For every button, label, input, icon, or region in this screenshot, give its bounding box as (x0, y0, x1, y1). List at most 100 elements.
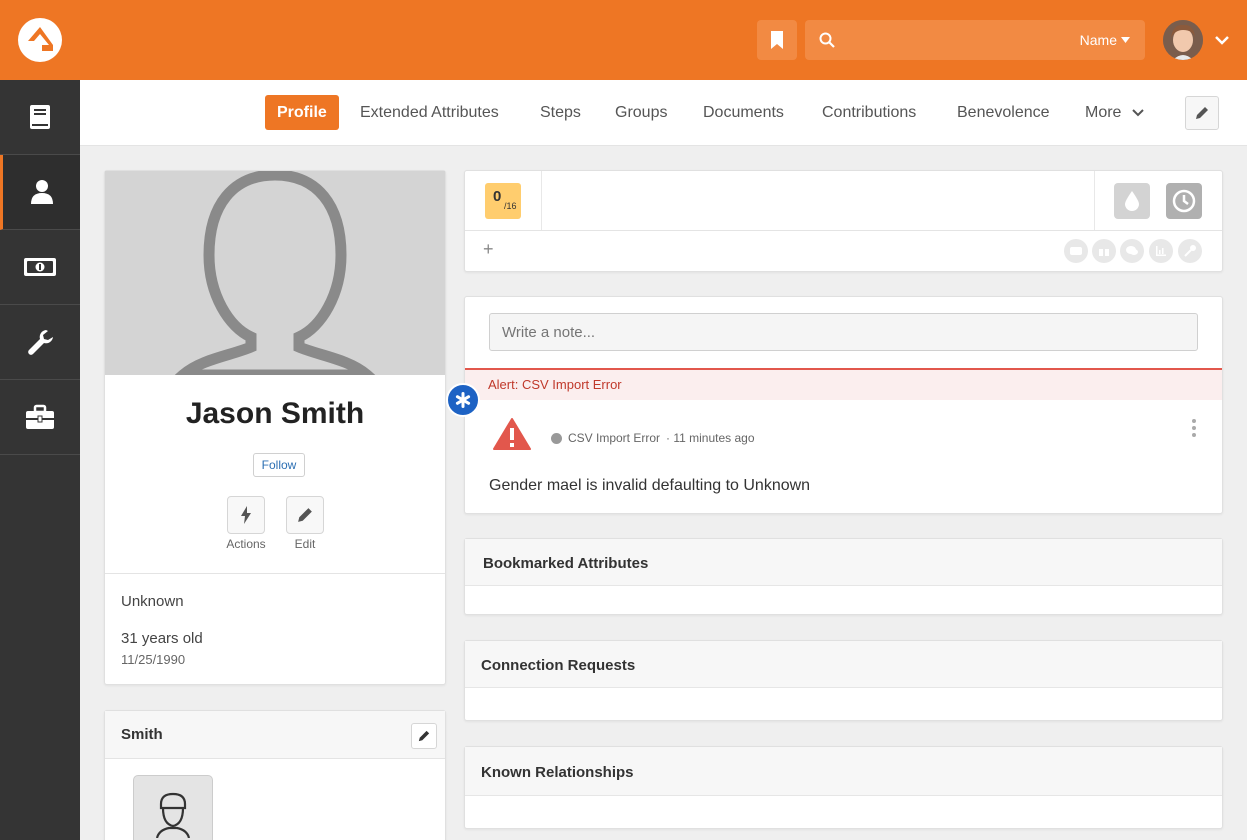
alert-note-text: Alert: CSV Import Error (488, 377, 622, 392)
family-member-photo[interactable] (133, 775, 213, 840)
tab-profile[interactable]: Profile (265, 95, 339, 130)
card-divider (105, 573, 445, 574)
person-age: 31 years old (121, 630, 203, 647)
user-menu-chevron-icon[interactable] (1212, 30, 1232, 50)
gift-icon (1099, 246, 1109, 256)
edit-page-button[interactable] (1185, 96, 1219, 130)
water-drop-icon (1125, 191, 1139, 211)
asterisk-icon (446, 383, 480, 417)
search-filter-select[interactable]: Name (1080, 32, 1130, 48)
actions-button[interactable] (227, 496, 265, 534)
sidebar-item-tools[interactable] (0, 305, 80, 380)
tab-extended-attributes[interactable]: Extended Attributes (348, 95, 511, 130)
bookmarked-attributes-title: Bookmarked Attributes (483, 555, 649, 572)
baptism-badge[interactable] (1114, 183, 1150, 219)
note-type: CSV Import Error (568, 431, 661, 445)
card-divider (465, 230, 1222, 231)
add-badge-button[interactable]: + (483, 239, 494, 260)
edit-person-button[interactable] (286, 496, 324, 534)
ticket-icon (1070, 247, 1082, 255)
person-name: Jason Smith (185, 397, 365, 430)
comments-icon (1126, 246, 1138, 255)
edit-family-button[interactable] (411, 723, 437, 749)
book-icon (30, 105, 50, 129)
engagement-score: 0 (493, 188, 502, 205)
divider (541, 171, 542, 230)
bar-chart-icon (1156, 246, 1166, 256)
key-icon (1184, 245, 1196, 257)
note-time: · 11 minutes ago (666, 431, 755, 445)
caret-down-icon (1121, 37, 1130, 43)
edit-label: Edit (294, 537, 316, 551)
divider (1094, 171, 1095, 230)
bolt-icon (241, 506, 251, 524)
ticket-badge[interactable] (1064, 239, 1088, 263)
chevron-down-icon (1132, 109, 1144, 117)
left-sidebar (0, 80, 80, 840)
search-box: Name (805, 20, 1145, 60)
author-dot-icon (551, 432, 562, 444)
tab-contributions[interactable]: Contributions (810, 95, 928, 130)
bookmarked-attributes-header: Bookmarked Attributes (465, 539, 1222, 586)
note-options-icon[interactable] (1190, 419, 1198, 437)
gift-badge[interactable] (1092, 239, 1116, 263)
clock-icon (1172, 189, 1196, 213)
pencil-icon (1196, 107, 1208, 119)
search-icon (817, 30, 837, 50)
person-birthdate: 11/25/1990 (121, 652, 186, 667)
attendance-badge[interactable] (1166, 183, 1202, 219)
connection-requests-header: Connection Requests (465, 641, 1222, 688)
known-relationships-title: Known Relationships (481, 764, 634, 781)
note-body: Gender mael is invalid defaulting to Unk… (489, 477, 811, 494)
bookmarked-attributes-card: Bookmarked Attributes (464, 538, 1223, 615)
follow-button[interactable]: Follow (253, 453, 305, 477)
family-card-header: Smith (105, 711, 445, 759)
bookmark-button[interactable] (757, 20, 797, 60)
person-tabs-bar: Profile Extended Attributes Steps Groups… (80, 80, 1247, 146)
note-input[interactable] (489, 313, 1198, 351)
tab-more-label: More (1085, 104, 1122, 121)
engagement-score-badge[interactable]: 0 /16 (485, 183, 521, 219)
money-icon (24, 258, 56, 276)
tab-more[interactable]: More (1073, 95, 1156, 130)
user-icon (30, 180, 53, 204)
chart-badge[interactable] (1149, 239, 1173, 263)
person-silhouette-icon (105, 171, 445, 375)
male-avatar-icon (155, 792, 191, 838)
key-badge[interactable] (1178, 239, 1202, 263)
pencil-icon (298, 508, 312, 522)
warning-icon (493, 418, 531, 450)
alert-note-banner: Alert: CSV Import Error (465, 368, 1222, 400)
family-name: Smith (121, 726, 163, 743)
current-user-avatar[interactable] (1163, 20, 1203, 60)
engagement-score-total: /16 (504, 201, 517, 211)
briefcase-icon (26, 404, 54, 429)
rock-logo-icon[interactable] (18, 18, 62, 62)
family-card: Smith (104, 710, 446, 840)
note-meta: CSV Import Error · 11 minutes ago (551, 431, 755, 445)
tab-steps[interactable]: Steps (528, 95, 593, 130)
actions-label: Actions (226, 537, 266, 551)
notes-card: Alert: CSV Import Error CSV Import Error… (464, 296, 1223, 514)
tab-benevolence[interactable]: Benevolence (945, 95, 1062, 130)
person-gender: Unknown (121, 593, 184, 610)
badges-card: 0 /16 + (464, 170, 1223, 272)
pencil-icon (418, 730, 430, 742)
tab-documents[interactable]: Documents (691, 95, 796, 130)
sidebar-item-book[interactable] (0, 80, 80, 155)
sidebar-item-admin[interactable] (0, 380, 80, 455)
comments-badge[interactable] (1120, 239, 1144, 263)
wrench-icon (28, 330, 53, 355)
sidebar-item-finance[interactable] (0, 230, 80, 305)
sidebar-item-people[interactable] (0, 155, 80, 230)
known-relationships-header: Known Relationships (465, 747, 1222, 796)
connection-requests-title: Connection Requests (481, 657, 636, 674)
bookmark-icon (771, 31, 783, 49)
person-profile-card: Jason Smith Follow Actions Edit Unknown … (104, 170, 446, 685)
tab-groups[interactable]: Groups (603, 95, 679, 130)
known-relationships-card: Known Relationships (464, 746, 1223, 829)
search-filter-label: Name (1079, 32, 1117, 48)
search-input[interactable] (837, 20, 1080, 60)
top-header: Name (0, 0, 1247, 80)
person-photo (105, 171, 445, 375)
